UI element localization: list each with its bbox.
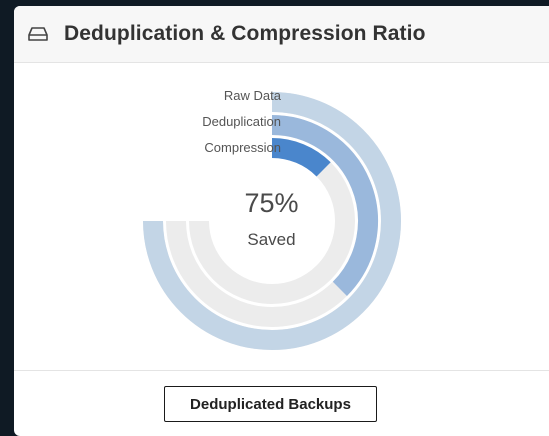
- footer-divider: [14, 370, 549, 371]
- center-value: 75%: [244, 188, 299, 218]
- card-header: Deduplication & Compression Ratio: [14, 6, 549, 63]
- card-title: Deduplication & Compression Ratio: [64, 22, 426, 45]
- dedup-compression-card: Deduplication & Compression Ratio Raw Da…: [14, 6, 549, 436]
- bar-raw-data: [143, 92, 401, 350]
- legend-label-raw-data: Raw Data: [223, 88, 281, 103]
- legend-label-deduplication: Deduplication: [202, 114, 281, 129]
- hdd-drive-icon: [28, 26, 48, 42]
- legend-label-compression: Compression: [204, 140, 281, 155]
- legend-toggle-button[interactable]: Deduplicated Backups: [164, 386, 377, 422]
- radial-chart: Raw Data Deduplication Compression 75% S…: [14, 64, 549, 370]
- center-label: Saved: [247, 230, 296, 249]
